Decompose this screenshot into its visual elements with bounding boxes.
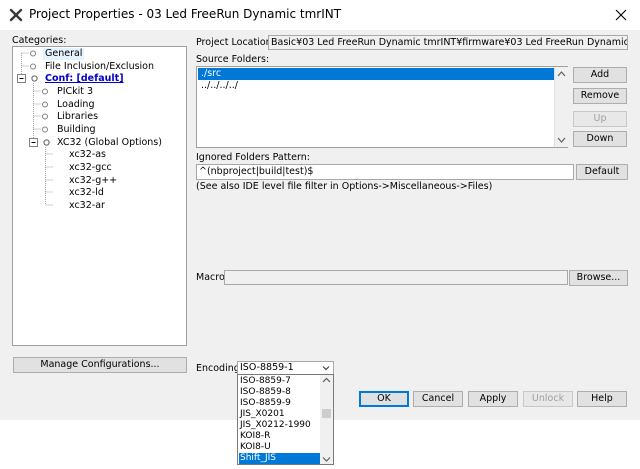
tree-item-conf-default[interactable]: Conf: [default]: [45, 73, 124, 85]
up-button[interactable]: Up: [573, 111, 627, 127]
unlock-button[interactable]: Unlock: [523, 391, 573, 407]
browse-button[interactable]: Browse...: [569, 270, 628, 286]
chevron-down-icon[interactable]: [320, 362, 332, 374]
scroll-up-icon[interactable]: [555, 68, 568, 80]
close-icon[interactable]: [612, 6, 630, 24]
xc32-icon: [43, 139, 50, 146]
collapse-icon[interactable]: [29, 138, 39, 148]
encoding-select[interactable]: ISO-8859-1: [237, 361, 334, 375]
tree-item-loading[interactable]: Loading: [57, 99, 94, 111]
title-bar[interactable]: Project Properties - 03 Led FreeRun Dyna…: [0, 0, 640, 30]
scroll-up-icon[interactable]: [320, 375, 333, 385]
source-folders-list[interactable]: ./src ../../../../: [196, 66, 568, 148]
macro-field[interactable]: [224, 270, 568, 285]
project-location-label: Project Location:: [196, 37, 275, 48]
help-button[interactable]: Help: [577, 391, 627, 407]
ignored-folders-field[interactable]: ^(nbproject|build|test)$: [196, 164, 574, 180]
ok-button[interactable]: OK: [359, 391, 409, 407]
netbeans-icon: [9, 8, 23, 22]
dropdown-option[interactable]: KOI8-R: [239, 431, 320, 442]
tree-item-xc32-gpp[interactable]: xc32-g++: [69, 175, 117, 187]
dropdown-option-selected[interactable]: Shift_JIS: [239, 453, 320, 464]
tree-item-building[interactable]: Building: [57, 124, 96, 136]
remove-button[interactable]: Remove: [573, 88, 627, 104]
tree-item-xc32-gcc[interactable]: xc32-gcc: [69, 162, 112, 174]
dropdown-option[interactable]: JIS_X0212-1990: [239, 420, 320, 431]
dropdown-option[interactable]: KOI8-U: [239, 442, 320, 453]
project-properties-dialog: Project Properties - 03 Led FreeRun Dyna…: [0, 0, 640, 469]
dropdown-scroll-thumb[interactable]: [322, 409, 331, 418]
down-button[interactable]: Down: [573, 131, 627, 147]
tree-item-libraries[interactable]: Libraries: [57, 111, 98, 123]
tree-item-xc32-as[interactable]: xc32-as: [69, 149, 106, 161]
default-button[interactable]: Default: [576, 164, 628, 180]
tree-item-xc32-ar[interactable]: xc32-ar: [69, 200, 105, 212]
cancel-button[interactable]: Cancel: [413, 391, 463, 407]
list-scrollbar[interactable]: [554, 67, 568, 147]
tree-item-pickit3[interactable]: PICkit 3: [57, 86, 93, 98]
tree-item-general[interactable]: General: [43, 48, 85, 60]
dropdown-option[interactable]: JIS_X0201: [239, 409, 320, 420]
list-item[interactable]: ../../../../: [198, 80, 554, 92]
window-title: Project Properties - 03 Led FreeRun Dyna…: [29, 7, 342, 21]
ignored-folders-label: Ignored Folders Pattern:: [196, 152, 310, 163]
encoding-label: Encoding:: [196, 363, 243, 374]
dropdown-scrollbar[interactable]: [320, 375, 333, 464]
dropdown-option[interactable]: ISO-8859-8: [239, 387, 320, 398]
tree-item-xc32-global[interactable]: XC32 (Global Options): [57, 137, 162, 149]
dropdown-option[interactable]: ISO-8859-9: [239, 398, 320, 409]
scroll-down-icon[interactable]: [555, 134, 568, 146]
encoding-dropdown-list[interactable]: ISO-8859-7 ISO-8859-8 ISO-8859-9 JIS_X02…: [237, 374, 334, 465]
tree-item-xc32-ld[interactable]: xc32-ld: [69, 187, 104, 199]
project-location-field[interactable]: Basic¥03 Led FreeRun Dynamic tmrINT¥firm…: [268, 35, 628, 50]
scroll-down-icon[interactable]: [320, 454, 333, 464]
encoding-selected-value: ISO-8859-1: [240, 362, 294, 373]
source-folders-label: Source Folders:: [196, 54, 270, 65]
add-button[interactable]: Add: [573, 67, 627, 83]
list-item[interactable]: ./src: [198, 68, 554, 80]
dropdown-option[interactable]: ISO-8859-7: [239, 376, 320, 387]
apply-button[interactable]: Apply: [468, 391, 518, 407]
tree-item-file-inclusion[interactable]: File Inclusion/Exclusion: [45, 61, 154, 73]
conf-icon: [31, 75, 38, 82]
categories-tree[interactable]: General File Inclusion/Exclusion Conf: […: [12, 46, 187, 346]
manage-configurations-button[interactable]: Manage Configurations...: [13, 357, 187, 373]
collapse-icon[interactable]: [17, 74, 27, 84]
ignored-note: (See also IDE level file filter in Optio…: [196, 181, 493, 192]
